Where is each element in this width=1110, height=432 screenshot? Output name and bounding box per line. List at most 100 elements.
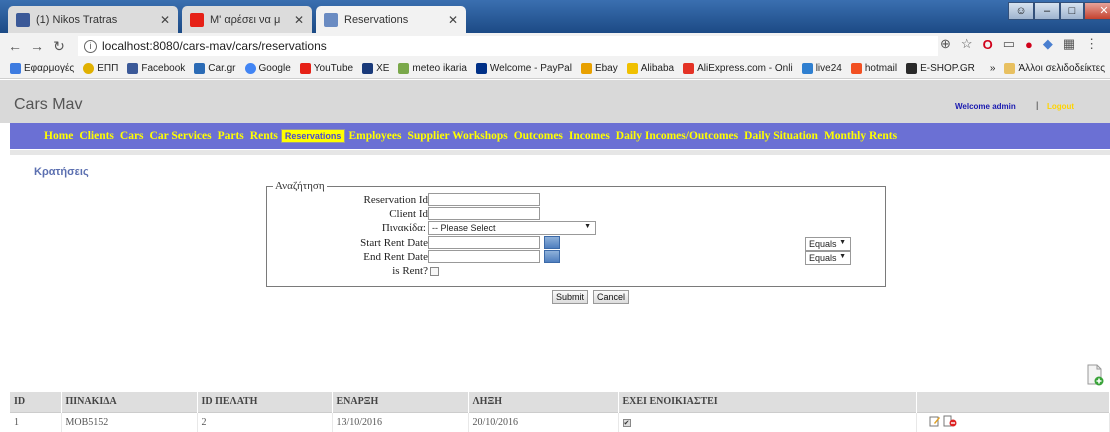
menu-dots-icon[interactable]: ⋮ [1085, 36, 1098, 52]
cancel-button[interactable]: Cancel [593, 290, 630, 304]
close-icon[interactable]: ✕ [160, 13, 170, 27]
menu-reservations[interactable]: Reservations [280, 129, 346, 143]
opera-icon[interactable]: O [983, 37, 993, 52]
menu-clients[interactable]: Clients [79, 130, 114, 142]
bookmark-item[interactable]: E-SHOP.GR [906, 63, 975, 74]
calendar-icon[interactable] [544, 250, 560, 263]
window-controls: ☺ – □ ✕ [1008, 2, 1110, 22]
tab-youtube[interactable]: Μ' αρέσει να μη λέω ✕ [182, 6, 312, 33]
app-header: Cars Mav Welcome admin | Logout [0, 80, 1110, 123]
plate-label: Πινακίδα: [381, 222, 426, 234]
close-window-button[interactable]: ✕ [1084, 2, 1110, 20]
adblock-icon[interactable]: ● [1025, 37, 1033, 52]
minimize-button[interactable]: – [1034, 2, 1060, 20]
menu-incomes[interactable]: Incomes [569, 130, 610, 142]
client-id-row: Client Id [300, 207, 540, 220]
start-date-label: Start Rent Date [360, 236, 428, 249]
tab-facebook[interactable]: (1) Nikos Tratras ✕ [8, 6, 178, 33]
bookmark-item[interactable]: Car.gr [194, 63, 236, 74]
client-id-label: Client Id [389, 207, 428, 220]
zoom-icon[interactable]: ⊕ [940, 36, 951, 52]
rented-checkbox[interactable]: ✔ [622, 418, 631, 427]
menu-parts[interactable]: Parts [218, 130, 244, 142]
bookmark-item[interactable]: Ebay [580, 63, 618, 74]
url-bar[interactable]: i localhost:8080/cars-mav/cars/reservati… [78, 36, 938, 56]
more-bookmarks-icon[interactable]: » [990, 63, 996, 74]
bookmark-item[interactable]: Google [244, 63, 291, 74]
menu-daily-situation[interactable]: Daily Situation [744, 130, 818, 142]
bookmark-item[interactable]: meteo ikaria [398, 63, 467, 74]
table-header-row: ID ΠΙΝΑΚΙΔΑ ID ΠΕΛΑΤΗ ΕΝΑΡΞΗ ΛΗΞΗ ΕΧΕΙ Ε… [10, 392, 1110, 412]
bookmark-item[interactable]: live24 [801, 63, 842, 74]
add-reservation-icon[interactable] [1086, 364, 1104, 386]
col-end: ΛΗΞΗ [468, 392, 619, 412]
menu-car-services[interactable]: Car Services [150, 130, 212, 142]
youtube-icon [190, 12, 204, 27]
col-plate: ΠΙΝΑΚΙΔΑ [61, 392, 198, 412]
logout-link[interactable]: Logout [1047, 102, 1074, 111]
reservation-id-row: Reservation Id [300, 193, 540, 206]
back-icon[interactable]: ← [4, 38, 26, 54]
menu-home[interactable]: Home [44, 130, 73, 142]
end-date-input[interactable] [428, 250, 540, 263]
edit-icon[interactable] [929, 415, 941, 427]
menu-outcomes[interactable]: Outcomes [514, 130, 563, 142]
youtube-icon [299, 63, 311, 74]
menu-cars[interactable]: Cars [120, 130, 144, 142]
browser-tab-bar: (1) Nikos Tratras ✕ Μ' αρέσει να μη λέω … [0, 0, 1110, 33]
bookmark-item[interactable]: XE [362, 63, 389, 74]
delete-icon[interactable] [943, 415, 957, 427]
menu-rents[interactable]: Rents [250, 130, 278, 142]
chevron-down-icon: ▼ [839, 239, 846, 246]
reservation-id-label: Reservation Id [363, 193, 428, 206]
address-row: ← → ↻ i localhost:8080/cars-mav/cars/res… [0, 33, 1110, 59]
bookmark-item[interactable]: AliExpress.com - Onli [683, 63, 793, 74]
is-rent-checkbox[interactable] [430, 266, 439, 276]
menu-supplier-workshops[interactable]: Supplier Workshops [407, 130, 507, 142]
submit-button[interactable]: Submit [552, 290, 589, 304]
end-date-row: End Rent Date [300, 250, 560, 263]
close-icon[interactable]: ✕ [294, 13, 304, 27]
plate-select[interactable]: -- Please Select ▼ [428, 221, 596, 235]
forward-icon[interactable]: → [26, 38, 48, 54]
window-icon[interactable]: ▭ [1003, 36, 1015, 52]
search-legend: Αναζήτηση [275, 180, 325, 192]
col-client-id: ID ΠΕΛΑΤΗ [197, 392, 333, 412]
user-icon[interactable]: ☺ [1008, 2, 1034, 20]
menu-separator [10, 150, 1110, 155]
page-title: Κρατήσεις [34, 166, 89, 178]
bookmark-item[interactable]: hotmail [850, 63, 897, 74]
start-date-input[interactable] [428, 236, 540, 249]
bookmark-item[interactable]: Facebook [127, 63, 185, 74]
star-icon[interactable]: ☆ [961, 36, 973, 52]
bookmark-item[interactable]: YouTube [299, 63, 353, 74]
start-operator-select[interactable]: Equals ▼ [805, 237, 851, 251]
tab-reservations[interactable]: Reservations ✕ [316, 6, 466, 33]
facebook-icon [16, 12, 30, 27]
menu-employees[interactable]: Employees [348, 130, 401, 142]
maximize-button[interactable]: □ [1060, 2, 1084, 20]
menu-daily-incomes-outcomes[interactable]: Daily Incomes/Outcomes [616, 130, 738, 142]
menu-monthly-rents[interactable]: Monthly Rents [824, 130, 897, 142]
bookmark-item[interactable]: Alibaba [626, 63, 674, 74]
extension-icon[interactable]: ◆ [1043, 36, 1053, 52]
live24-icon [801, 63, 813, 74]
tab-label: (1) Nikos Tratras [36, 13, 118, 26]
col-start: ΕΝΑΡΞΗ [332, 392, 469, 412]
meteo-icon [398, 63, 410, 74]
cell-end: 20/10/2016 [468, 411, 619, 432]
reservation-id-input[interactable] [428, 193, 540, 206]
other-bookmarks[interactable]: Άλλοι σελιδοδείκτες [1004, 63, 1105, 74]
extension2-icon[interactable]: ▦ [1063, 36, 1075, 52]
end-operator-select[interactable]: Equals ▼ [805, 251, 851, 265]
calendar-icon[interactable] [544, 236, 560, 249]
info-icon[interactable]: i [84, 39, 97, 53]
cell-start: 13/10/2016 [332, 411, 469, 432]
bookmark-apps[interactable]: Εφαρμογές [10, 63, 74, 74]
reload-icon[interactable]: ↻ [48, 38, 70, 55]
col-rented: ΕΧΕΙ ΕΝΟΙΚΙΑΣΤΕΙ [618, 392, 917, 412]
bookmark-item[interactable]: Welcome - PayPal [475, 63, 572, 74]
close-icon[interactable]: ✕ [448, 13, 458, 27]
client-id-input[interactable] [428, 207, 540, 220]
bookmark-item[interactable]: ΕΠΠ [83, 63, 118, 74]
